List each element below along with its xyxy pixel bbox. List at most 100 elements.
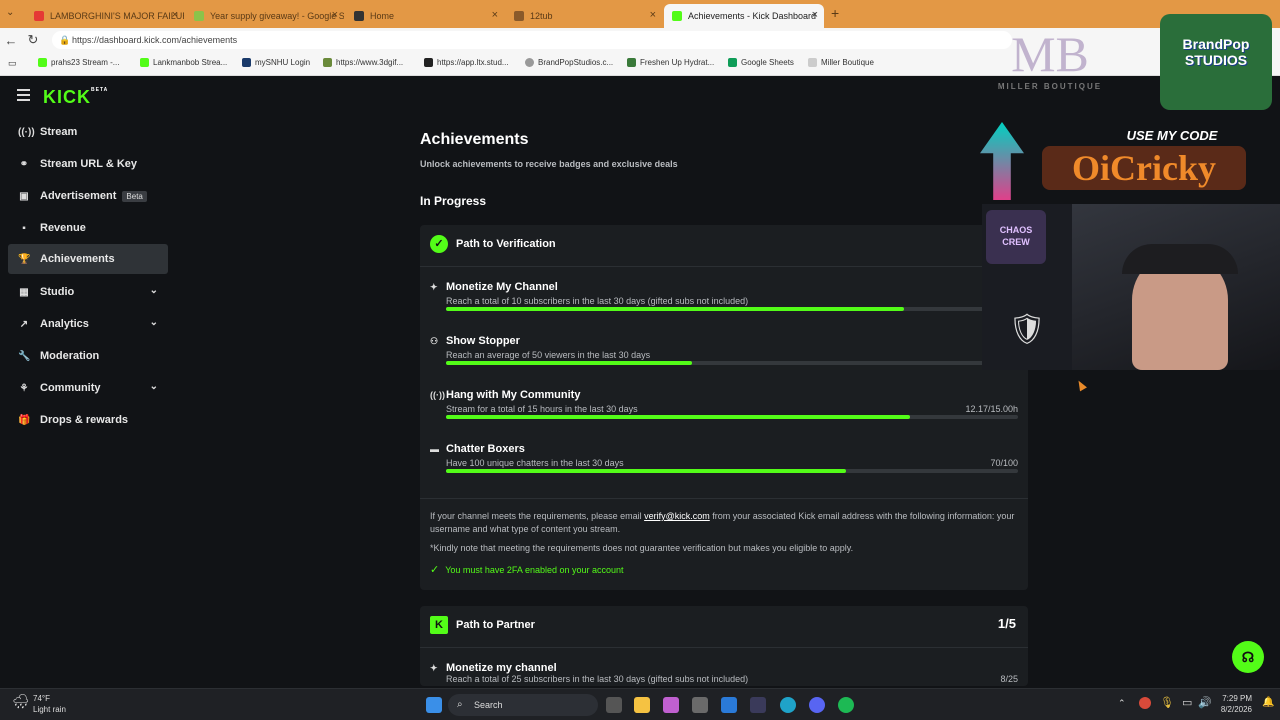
bookmark-label: https://www.3dgif... (336, 58, 404, 67)
bird-icon (323, 58, 332, 67)
sidebar-item-achievements[interactable]: 🏆 Achievements (8, 244, 168, 274)
close-tab-icon[interactable]: × (492, 9, 498, 21)
bookmark[interactable]: Miller Boutique (808, 58, 874, 67)
sidebar-item-label: Stream URL & Key (40, 158, 137, 170)
sidebar-item-stream[interactable]: ((·)) Stream (8, 117, 168, 147)
close-tab-icon[interactable]: × (650, 9, 656, 21)
progress-fill (446, 469, 847, 473)
tab-google-forms[interactable]: Year supply giveaway! - Google S × (186, 4, 344, 28)
tab-12tub[interactable]: 12tub × (506, 4, 662, 28)
achievement-title: Chatter Boxers (446, 443, 525, 455)
bookmark-label: BrandPopStudios.c... (538, 58, 614, 67)
achievement-title: Show Stopper (446, 335, 520, 347)
bookmark[interactable]: Google Sheets (728, 58, 794, 67)
headset-icon: ☊ (1241, 649, 1255, 665)
sidebar-item-moderation[interactable]: 🔧 Moderation (8, 341, 168, 371)
sidebar-item-revenue[interactable]: ▪ Revenue (8, 213, 168, 243)
bookmark[interactable]: mySNHU Login (242, 58, 310, 67)
divider (420, 498, 1028, 499)
weather-icon: 🌧 (12, 693, 30, 709)
sidebar-item-stream-url-key[interactable]: ⚭ Stream URL & Key (8, 149, 168, 179)
close-tab-icon[interactable]: × (172, 9, 178, 21)
copilot-icon[interactable] (663, 697, 679, 713)
app-icon[interactable] (750, 697, 766, 713)
menu-icon[interactable] (17, 89, 30, 101)
analytics-icon: ↗ (19, 318, 29, 330)
sidebar-toggle-icon[interactable]: ▭ (8, 58, 17, 69)
kick-icon (38, 58, 47, 67)
file-explorer-icon[interactable] (634, 697, 650, 713)
close-tab-icon[interactable]: × (332, 9, 338, 21)
wifi-icon[interactable]: ▭ (1182, 696, 1192, 709)
tab-kick-dashboard[interactable]: Achievements - Kick Dashboard × (664, 4, 824, 28)
notification-bell-icon[interactable]: 🔔 (1262, 697, 1274, 708)
promo-code: OiCricky (1042, 146, 1246, 190)
tab-youtube[interactable]: LAMBORGHINI'S MAJOR FAILURI × (26, 4, 184, 28)
partner-progress: 1/5 (997, 616, 1016, 631)
bookmark[interactable]: BrandPopStudios.c... (525, 58, 613, 67)
chevron-down-icon: ⌄ (149, 317, 158, 328)
chat-icon: ▬ (430, 444, 439, 454)
sidebar-item-drops-rewards[interactable]: 🎁 Drops & rewards (8, 405, 168, 435)
volume-icon[interactable]: 🔊 (1198, 696, 1212, 709)
discord-icon[interactable] (809, 697, 825, 713)
bookmark[interactable]: prahs23 Stream -... (38, 58, 119, 67)
search-icon: ⌕ (457, 699, 463, 710)
tab-list-chevron-icon[interactable]: ⌄ (6, 7, 14, 18)
sidebar-item-community[interactable]: ⚘ Community ⌄ (8, 373, 168, 403)
divider (420, 647, 1028, 648)
sidebar-item-analytics[interactable]: ↗ Analytics ⌄ (8, 309, 168, 339)
new-tab-icon[interactable]: + (831, 5, 839, 21)
trophy-icon: 🏆 (18, 253, 31, 265)
bookmark-label: Miller Boutique (821, 58, 874, 67)
sidebar-item-label: Moderation (40, 350, 100, 362)
disclaimer-text: *Kindly note that meeting the requiremen… (430, 543, 854, 553)
clock-time[interactable]: 7:29 PM (1214, 694, 1252, 703)
achievement-desc: Reach a total of 25 subscribers in the l… (446, 674, 749, 684)
tab-title: Year supply giveaway! - Google S (210, 11, 344, 21)
logo-badge: BETA (91, 87, 109, 93)
kick-logo[interactable]: KICKBETA (43, 87, 108, 108)
tab-title: Home (370, 11, 395, 21)
google-sheets-icon (728, 58, 737, 67)
close-tab-icon[interactable]: × (812, 9, 818, 21)
sidebar-item-advertisement[interactable]: ▣ Advertisement Beta (8, 181, 168, 211)
bookmark[interactable]: https://app.ltx.stud... (424, 58, 509, 67)
dollar-icon: ▪ (22, 222, 26, 234)
tray-app-icon[interactable] (1139, 697, 1151, 709)
mail-icon[interactable] (721, 697, 737, 713)
sidebar-item-label: Drops & rewards (40, 414, 129, 426)
achievement-desc: Reach an average of 50 viewers in the la… (446, 350, 651, 360)
task-view-icon[interactable] (606, 697, 622, 713)
sidebar-item-label: Achievements (40, 253, 115, 265)
reload-icon[interactable]: ↻ (22, 32, 44, 48)
taskbar-search[interactable]: ⌕ Search (448, 694, 598, 716)
start-icon[interactable] (426, 697, 442, 713)
bookmark-label: Google Sheets (741, 58, 794, 67)
support-chat-button[interactable]: ☊ (1232, 641, 1264, 673)
edge-icon[interactable] (780, 697, 796, 713)
kick-badge-icon: K (430, 616, 448, 634)
leaf-icon (627, 58, 636, 67)
back-icon[interactable]: ← (0, 33, 22, 48)
tray-chevron-icon[interactable]: ⌃ (1118, 698, 1126, 709)
sidebar-item-studio[interactable]: ▦ Studio ⌄ (8, 277, 168, 307)
store-icon[interactable] (692, 697, 708, 713)
verify-email-link[interactable]: verify@kick.com (644, 511, 710, 521)
clock-date[interactable]: 8/2/2026 (1214, 705, 1252, 714)
tab-home[interactable]: Home × (346, 4, 504, 28)
achievement-desc: Stream for a total of 15 hours in the la… (446, 404, 638, 414)
chevron-down-icon: ⌄ (149, 381, 158, 392)
bookmark[interactable]: Freshen Up Hydrat... (627, 58, 714, 67)
microphone-icon[interactable]: 🎙 (1160, 696, 1174, 709)
section-heading: In Progress (420, 194, 487, 208)
progress-bar (446, 469, 1018, 473)
page-subtitle: Unlock achievements to receive badges an… (420, 159, 678, 169)
bookmark[interactable]: https://www.3dgif... (323, 58, 403, 67)
spotify-icon[interactable] (838, 697, 854, 713)
broadcast-icon: ((·)) (430, 390, 445, 400)
note-text: If your channel meets the requirements, … (430, 511, 645, 521)
streamer-hair (1122, 244, 1238, 274)
bookmark[interactable]: Lankmanbob Strea... (140, 58, 227, 67)
url-field[interactable]: 🔒 https://dashboard.kick.com/achievement… (52, 31, 1012, 49)
